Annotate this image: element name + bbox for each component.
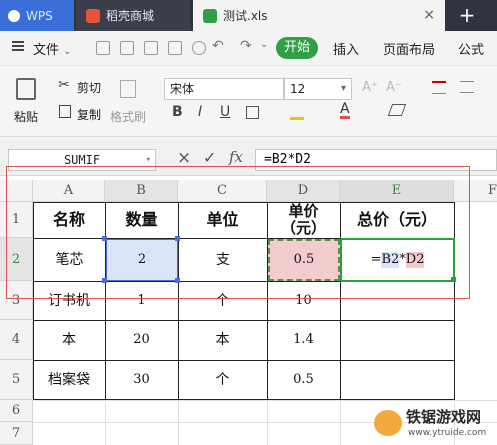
menu-start[interactable]: 开始 (276, 37, 318, 59)
fill-color-icon[interactable] (290, 105, 304, 120)
paste-button[interactable]: 粘贴 (14, 108, 38, 125)
annotation-highlight-box (6, 166, 470, 299)
font-color-icon[interactable]: A (340, 102, 350, 119)
ribbon: 粘贴 ✂ 剪切 复制 格式刷 宋体 12 ▾ A⁺ A⁻ (0, 66, 497, 137)
cell-d4[interactable]: 1.4 (267, 320, 340, 360)
print-preview-icon[interactable] (120, 41, 134, 55)
print-icon[interactable] (144, 41, 158, 55)
paste-icon[interactable] (16, 78, 36, 100)
store-flame-icon (86, 8, 100, 23)
font-size-select[interactable]: 12 ▾ (284, 78, 352, 100)
menu-bar: 文件 ⌄ ↶ ↷ ⌄ 开始 插入 页面布局 公式 (0, 31, 497, 66)
tab-wps-label: WPS (26, 8, 53, 23)
gridline (105, 400, 106, 445)
confirm-formula-icon[interactable]: ✓ (203, 148, 216, 167)
export-icon[interactable] (168, 41, 182, 55)
cancel-formula-icon[interactable]: × (177, 148, 191, 168)
tab-store[interactable]: 稻壳商城 (76, 0, 190, 31)
cell-b4[interactable]: 20 (105, 320, 178, 360)
tab-wps[interactable]: WPS (0, 0, 74, 31)
watermark-brand: 铁锯游戏网 (406, 408, 482, 426)
cell-b5[interactable]: 30 (105, 360, 178, 400)
cut-button[interactable]: 剪切 (77, 79, 101, 96)
cell-a4[interactable]: 本 (33, 320, 105, 360)
row-header-4[interactable]: 4 (0, 320, 33, 360)
copy-button[interactable]: 复制 (77, 106, 101, 123)
borders-icon[interactable] (246, 106, 259, 119)
menu-file[interactable]: 文件 ⌄ (33, 39, 72, 58)
row-header-5[interactable]: 5 (0, 360, 33, 400)
redo-icon[interactable]: ↷ (240, 38, 252, 54)
close-tab-icon[interactable]: × (423, 7, 435, 23)
font-shrink-icon[interactable]: A⁻ (386, 80, 402, 95)
tab-store-label: 稻壳商城 (106, 9, 155, 23)
undo-icon[interactable]: ↶ (212, 38, 224, 54)
italic-button[interactable]: I (198, 104, 202, 120)
watermark-logo-icon (374, 410, 402, 436)
gridline (340, 400, 341, 445)
gridline (267, 400, 268, 445)
watermark-url: www.ytruide.com (408, 428, 487, 438)
zoom-icon[interactable] (192, 41, 206, 55)
underline-button[interactable]: U (220, 104, 230, 120)
row-header-7[interactable]: 7 (0, 422, 33, 445)
align-top-icon[interactable] (432, 81, 446, 94)
cell-c5[interactable]: 个 (178, 360, 267, 400)
cell-d5[interactable]: 0.5 (267, 360, 340, 400)
align-middle-icon[interactable] (460, 81, 474, 93)
gridline (178, 400, 179, 445)
cell-a5[interactable]: 档案袋 (33, 360, 105, 400)
menu-file-label: 文件 (33, 43, 60, 58)
cell-e5[interactable] (340, 360, 454, 400)
name-box-value: SUMIF (63, 153, 101, 167)
tab-file-label: 测试.xls (223, 9, 268, 23)
font-size-value: 12 (290, 82, 306, 96)
format-painter-icon (120, 80, 136, 98)
save-icon[interactable] (96, 41, 110, 55)
bold-button[interactable]: B (172, 104, 183, 120)
wps-logo-icon (8, 9, 20, 22)
format-painter-button[interactable]: 格式刷 (110, 108, 146, 125)
cell-e4[interactable] (340, 320, 454, 360)
font-name-select[interactable]: 宋体 (164, 78, 284, 100)
copy-icon (59, 105, 71, 118)
watermark: 铁锯游戏网 www.ytruide.com (372, 404, 494, 442)
menu-insert[interactable]: 插入 (333, 39, 359, 58)
tab-bar: WPS 稻壳商城 测试.xls × + (0, 0, 497, 31)
insert-function-icon[interactable]: fx (229, 148, 243, 166)
row-header-6[interactable]: 6 (0, 400, 33, 422)
add-tab-button[interactable]: + (452, 3, 482, 27)
spreadsheet-icon (203, 8, 217, 23)
gridline (33, 400, 497, 401)
hamburger-icon[interactable] (12, 41, 24, 51)
more-chevron-icon[interactable]: ⌄ (260, 39, 268, 50)
chevron-down-icon: ⌄ (63, 46, 72, 57)
font-name-value: 宋体 (170, 82, 195, 96)
scissors-icon: ✂ (58, 77, 70, 93)
menu-formula[interactable]: 公式 (458, 39, 484, 58)
cell-c4[interactable]: 本 (178, 320, 267, 360)
menu-page-layout[interactable]: 页面布局 (383, 39, 435, 58)
chevron-down-icon: ▾ (340, 83, 346, 94)
font-grow-icon[interactable]: A⁺ (362, 80, 378, 95)
tab-file[interactable]: 测试.xls × (193, 0, 445, 31)
